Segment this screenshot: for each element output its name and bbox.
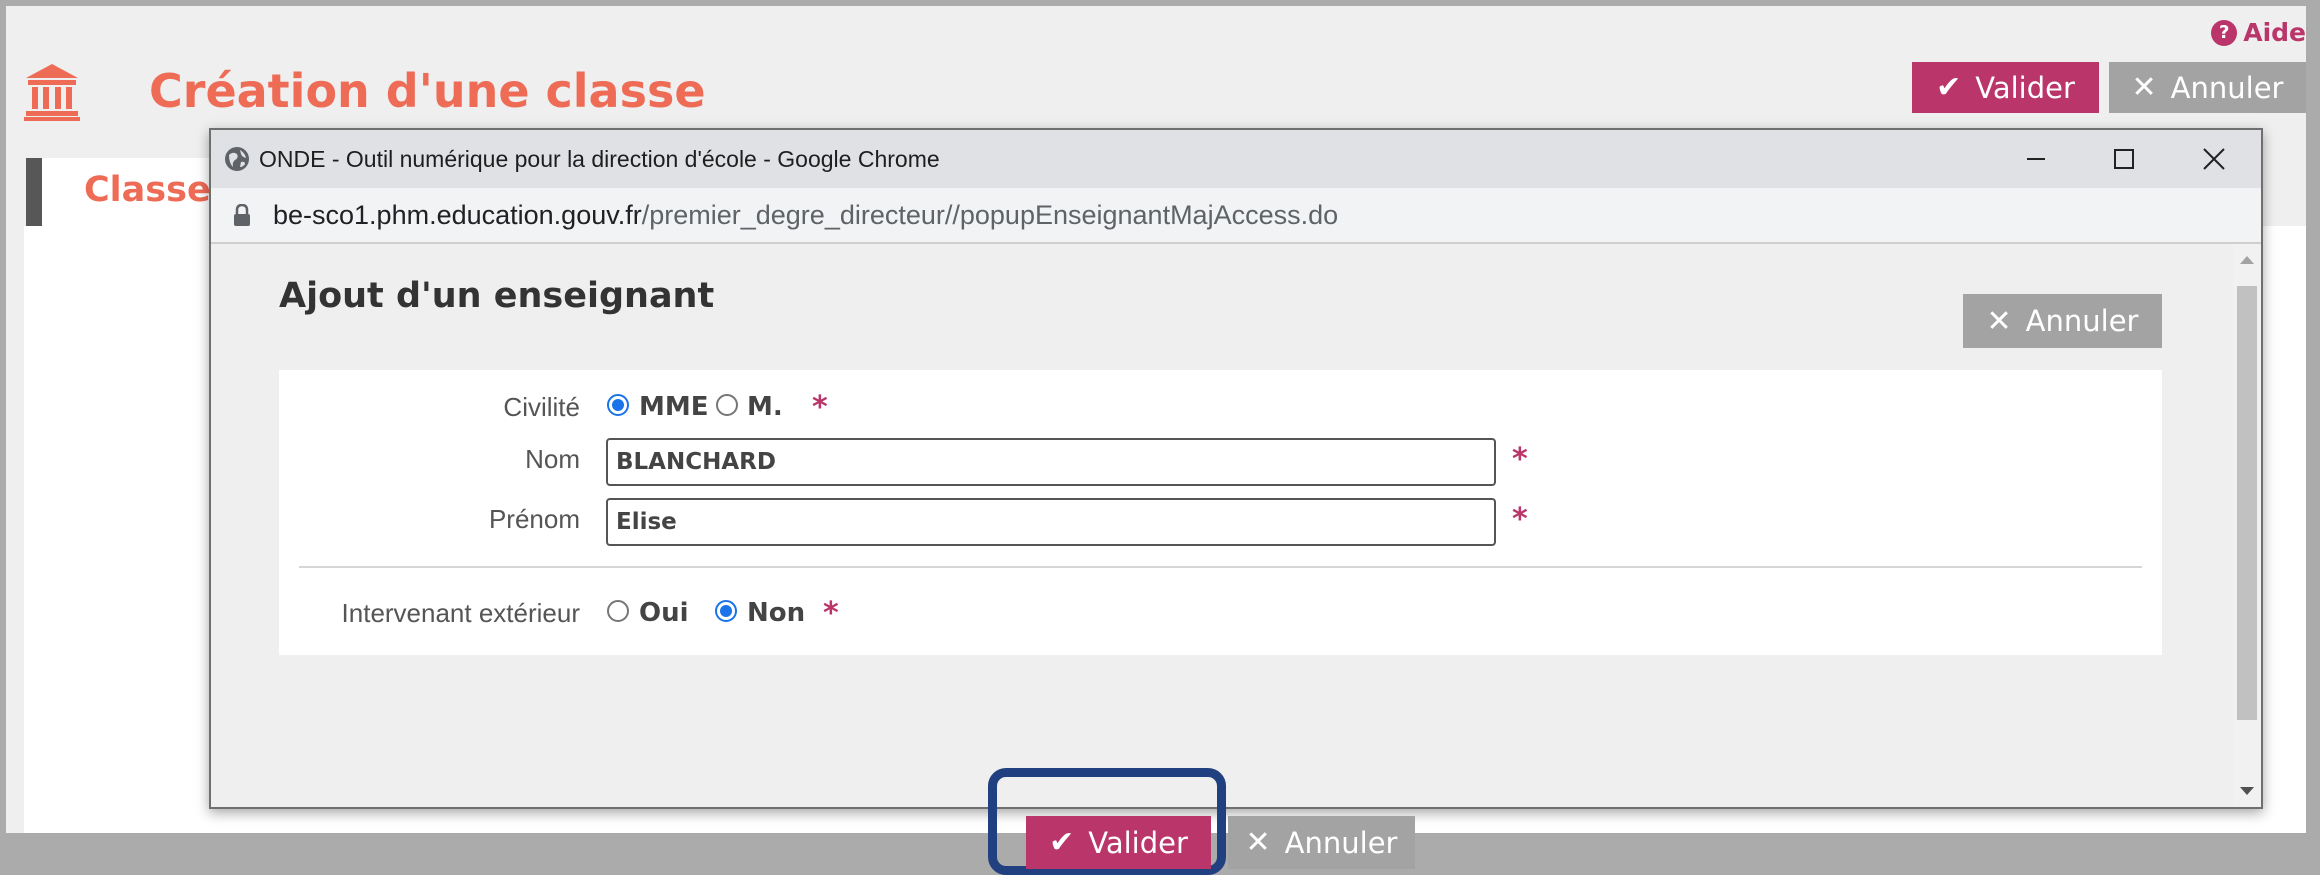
maximize-button[interactable] [2079,130,2169,188]
scroll-up-arrow-icon[interactable] [2240,256,2254,264]
annuler-label: Annuler [2025,304,2139,338]
popup-window: ONDE - Outil numérique pour la direction… [209,128,2263,875]
intervenant-label: Intervenant extérieur [341,598,580,628]
close-icon: ✕ [1986,303,2012,339]
popup-annuler-button[interactable]: ✕ Annuler [1228,816,1415,869]
civilite-row: Civilité MME M. * [279,382,2162,430]
lock-icon [234,204,250,226]
valider-label: Valider [1975,70,2075,105]
required-mark: * [812,390,828,425]
window-titlebar[interactable]: ONDE - Outil numérique pour la direction… [211,130,2261,188]
window-title: ONDE - Outil numérique pour la direction… [259,145,940,172]
nom-row: Nom * [279,434,2162,486]
page-title: Création d'une classe [149,64,706,118]
prenom-input[interactable] [606,498,1496,546]
intervenant-non-label[interactable]: Non [747,598,805,628]
help-icon: ? [2211,19,2238,46]
nom-input[interactable] [606,438,1496,486]
intervenant-oui-radio[interactable] [607,600,629,622]
required-mark: * [823,596,839,631]
check-icon: ✔ [1936,70,1962,105]
annuler-label: Annuler [2170,70,2284,105]
annuler-button[interactable]: ✕ Annuler [2109,62,2306,113]
popup-heading: Ajout d'un enseignant [279,276,715,316]
close-icon: ✕ [1245,825,1271,860]
close-icon: ✕ [2131,70,2157,105]
teacher-form: Civilité MME M. * Nom * Prénom * [279,370,2162,655]
section-tab-label: Classe [84,170,211,210]
prenom-row: Prénom * [279,494,2162,546]
url-path: /premier_degre_directeur//popupEnseignan… [641,199,1339,230]
window-close-button[interactable] [2169,130,2259,188]
minimize-button[interactable] [1991,130,2081,188]
intervenant-oui-label[interactable]: Oui [639,598,689,628]
help-link[interactable]: ? Aide [2211,18,2306,47]
annuler-label: Annuler [1284,825,1398,860]
address-bar[interactable]: be-sco1.phm.education.gouv.fr/premier_de… [211,188,2261,244]
required-mark: * [1512,502,1528,537]
close-icon [2203,148,2225,170]
prenom-label: Prénom [488,504,580,534]
civilite-m-radio[interactable] [716,394,738,416]
civilite-mme-label[interactable]: MME [639,392,709,422]
civilite-m-label[interactable]: M. [747,392,783,422]
civilite-mme-radio[interactable] [607,394,629,416]
school-building-icon [24,64,80,121]
minimize-icon [2027,158,2045,160]
url-host: be-sco1.phm.education.gouv.fr [273,199,642,230]
maximize-icon [2114,149,2134,169]
check-icon: ✔ [1049,825,1075,860]
intervenant-row: Intervenant extérieur Oui Non * [279,588,2162,636]
popup-annuler-top-button[interactable]: ✕ Annuler [1963,294,2162,348]
required-mark: * [1512,442,1528,477]
valider-label: Valider [1088,825,1188,860]
popup-body: Ajout d'un enseignant ✕ Annuler Civilité… [211,244,2233,875]
civilite-label: Civilité [503,392,580,422]
intervenant-non-radio[interactable] [715,600,737,622]
nom-label: Nom [525,444,580,474]
scroll-down-arrow-icon[interactable] [2240,787,2254,795]
scroll-thumb[interactable] [2237,286,2257,720]
globe-icon [225,147,249,171]
form-divider [299,566,2142,568]
popup-valider-button[interactable]: ✔ Valider [1026,816,1211,869]
help-label: Aide [2243,18,2306,47]
valider-button[interactable]: ✔ Valider [1912,62,2099,113]
